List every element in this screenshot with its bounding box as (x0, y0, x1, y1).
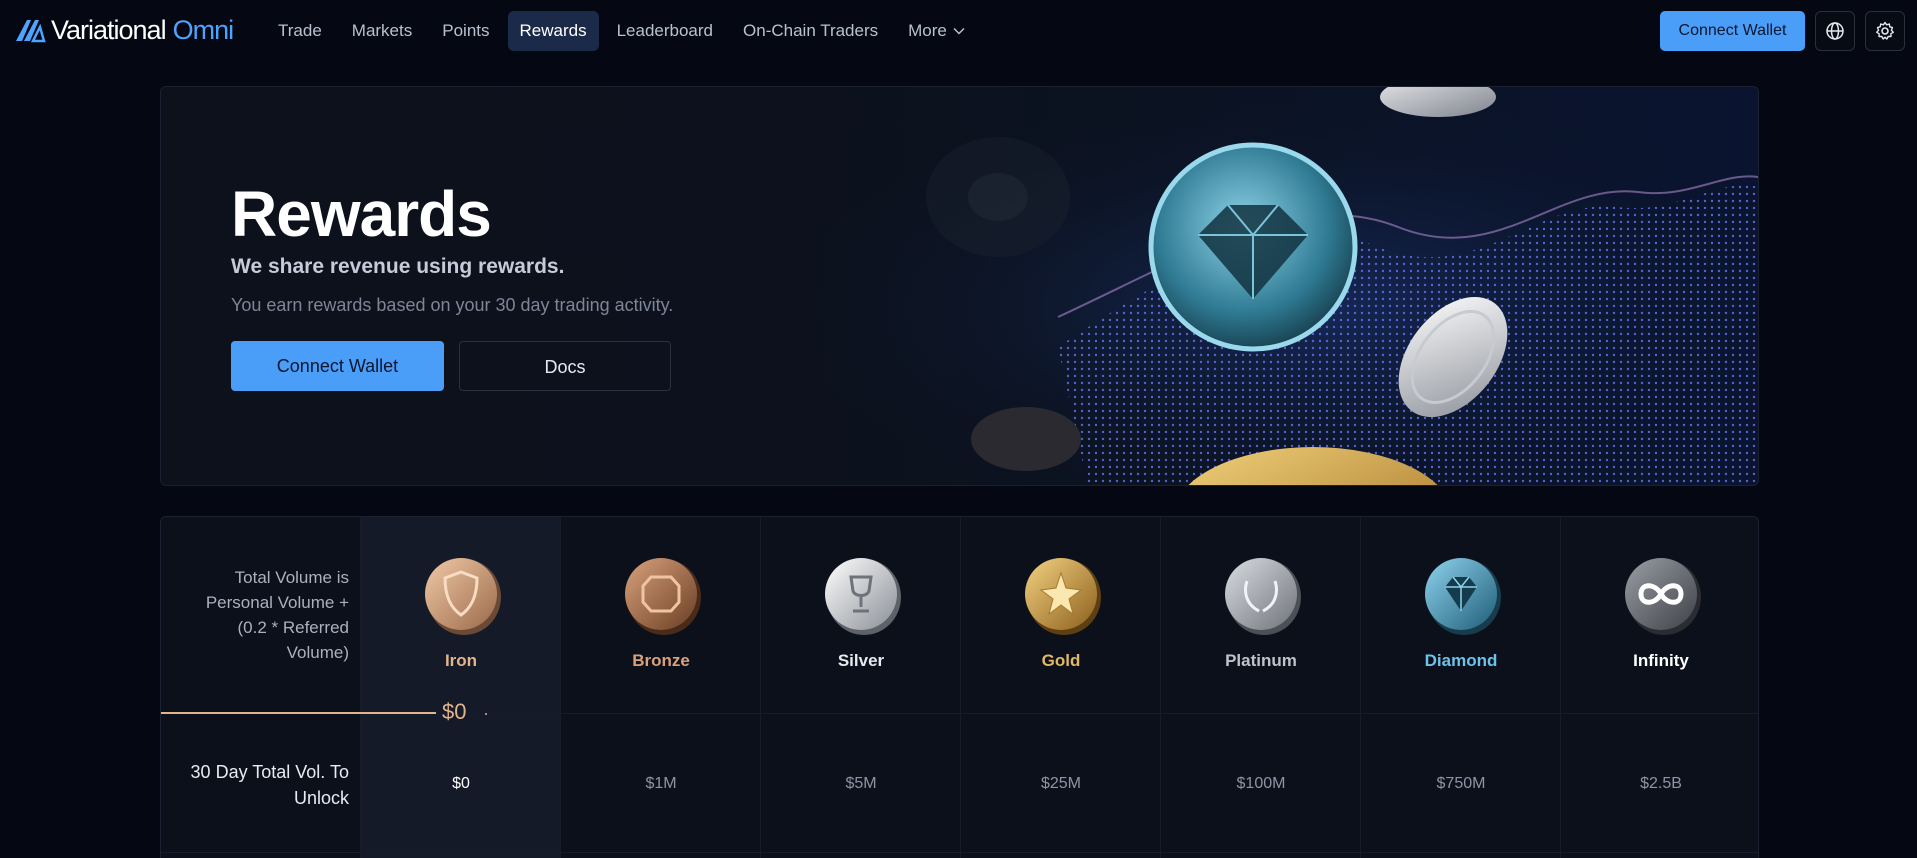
platinum-laurel-coin-icon (1225, 558, 1301, 635)
tier-column-infinity: Infinity $2.5B (1560, 517, 1758, 858)
chevron-down-icon (953, 27, 965, 35)
silver-trophy-coin-icon (825, 558, 901, 635)
nav-item-rewards[interactable]: Rewards (507, 11, 599, 51)
infinity-coin-icon (1625, 558, 1701, 635)
tier-name: Gold (1041, 651, 1081, 670)
tier-column-diamond: Diamond $750M (1360, 517, 1560, 858)
nav-item-on-chain-traders[interactable]: On-Chain Traders (731, 11, 890, 51)
tier-unlock-value: $25M (1040, 775, 1082, 792)
tier-unlock-value: $100M (1236, 775, 1286, 792)
tier-name: Iron (444, 651, 478, 670)
rewards-hero: Rewards We share revenue using rewards. … (160, 86, 1759, 486)
tier-unlock-value: $5M (845, 775, 877, 792)
brand-product: Omni (172, 14, 235, 45)
tier-unlock-value: $2.5B (1640, 775, 1682, 792)
tier-name: Silver (837, 651, 885, 670)
nav-item-label: Leaderboard (616, 21, 714, 40)
tier-name: Infinity (1633, 651, 1689, 670)
nav-item-more[interactable]: More (896, 11, 977, 51)
nav-item-trade[interactable]: Trade (266, 11, 334, 51)
tier-column-gold: Gold $25M (960, 517, 1160, 858)
tier-unlock-value: $750M (1436, 775, 1486, 792)
diamond-coin-icon (1425, 558, 1501, 635)
globe-icon (1826, 22, 1844, 40)
tier-column-iron: Iron $0 (360, 517, 560, 858)
tier-name: Diamond (1424, 651, 1498, 670)
nav-item-label: Trade (278, 21, 322, 40)
reward-tiers-table: Total Volume is Personal Volume + (0.2 *… (160, 516, 1759, 858)
total-volume-note: Total Volume is Personal Volume + (0.2 *… (205, 568, 349, 662)
tier-name: Platinum (1225, 651, 1297, 670)
progress-marker (485, 713, 487, 715)
tier-column-silver: Silver $5M (760, 517, 960, 858)
tier-unlock-value: $0 (452, 775, 470, 792)
top-nav: Variational Omni Trade Markets Points Re… (0, 0, 1917, 62)
current-volume-value: $0 (442, 699, 467, 724)
nav-item-label: More (908, 21, 947, 40)
brand-logo[interactable]: Variational Omni (14, 12, 235, 48)
tier-column-bronze: Bronze $1M (560, 517, 760, 858)
coins-wave-illustration (758, 87, 1758, 485)
volume-progress-line (161, 712, 436, 714)
settings-button[interactable] (1865, 11, 1905, 51)
nav-item-label: Points (442, 21, 490, 40)
hero-subtitle: We share revenue using rewards. (231, 255, 565, 278)
connect-wallet-button[interactable]: Connect Wallet (231, 341, 444, 391)
nav-item-label: On-Chain Traders (743, 21, 879, 40)
nav-connect-wallet-button[interactable]: Connect Wallet (1660, 11, 1805, 51)
nav-item-leaderboard[interactable]: Leaderboard (605, 11, 725, 51)
iron-coin-icon (425, 558, 501, 635)
hero-description: You earn rewards based on your 30 day tr… (231, 295, 674, 315)
nav-item-label: Rewards (519, 21, 587, 40)
variational-logo-icon (16, 20, 46, 43)
nav-item-label: Markets (351, 21, 413, 40)
gold-star-coin-icon (1025, 558, 1101, 635)
nav-menu: Trade Markets Points Rewards Leaderboard… (266, 11, 983, 51)
tier-column-platinum: Platinum $100M (1160, 517, 1360, 858)
nav-item-points[interactable]: Points (430, 11, 501, 51)
nav-item-markets[interactable]: Markets (340, 11, 424, 51)
page-title: Rewards (231, 178, 492, 250)
unlock-volume-label: 30 Day Total Vol. To Unlock (190, 762, 349, 808)
docs-button[interactable]: Docs (459, 341, 671, 391)
language-button[interactable] (1815, 11, 1855, 51)
gear-icon (1876, 21, 1894, 40)
bronze-coin-icon (625, 558, 701, 635)
brand-name: Variational (51, 14, 167, 45)
tier-unlock-value: $1M (645, 775, 677, 792)
row-divider (161, 852, 1758, 853)
tier-name: Bronze (632, 651, 690, 670)
